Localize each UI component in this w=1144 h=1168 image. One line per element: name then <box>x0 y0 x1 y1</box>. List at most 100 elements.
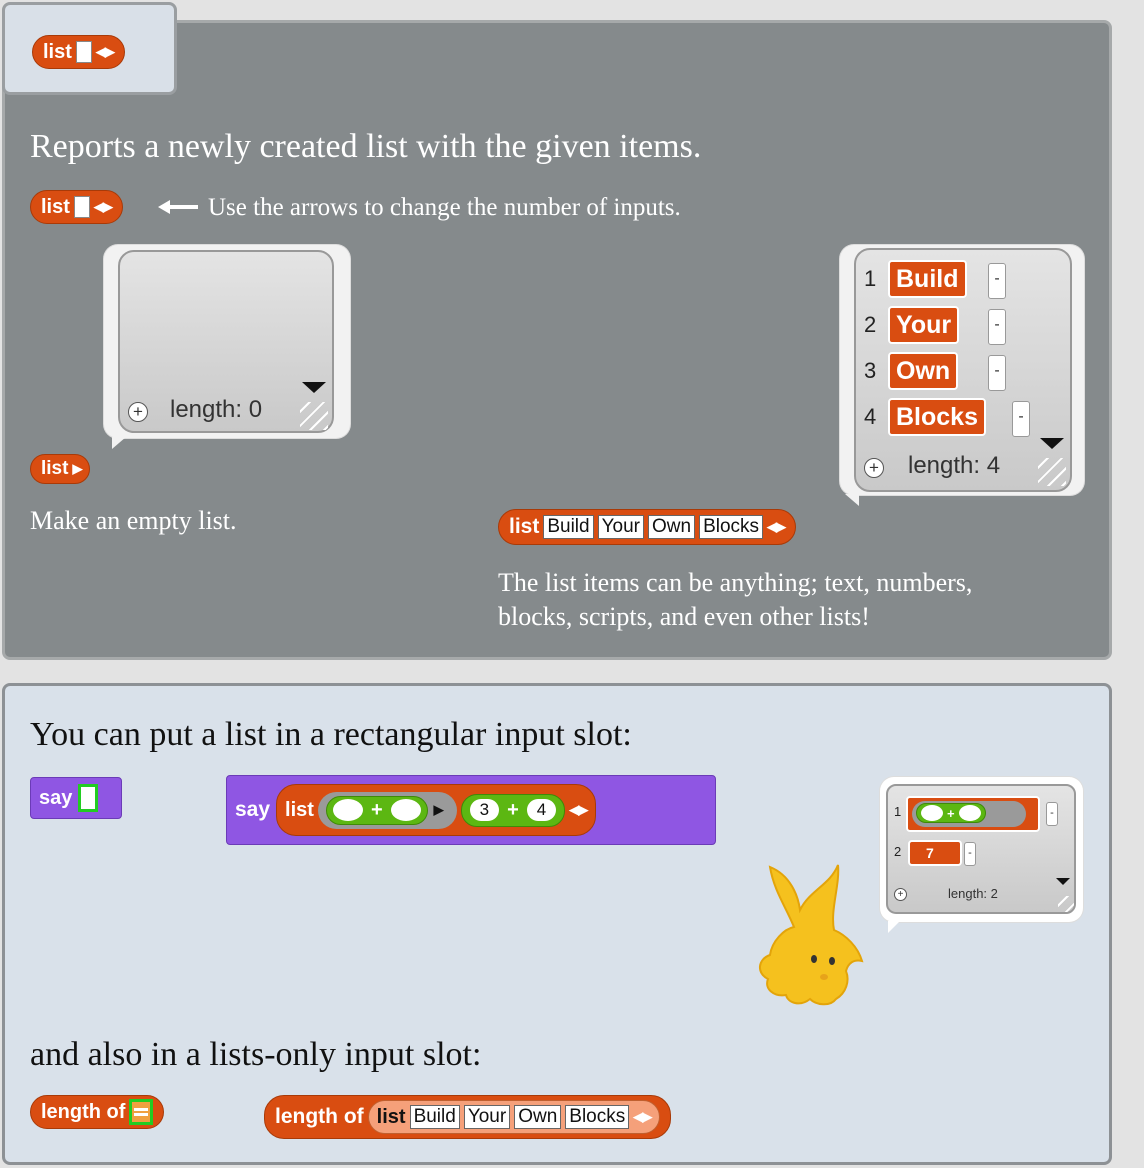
list-icon-slot[interactable] <box>129 1099 154 1125</box>
list-item-cell: Build <box>888 260 967 298</box>
length-label: length: 0 <box>170 396 263 423</box>
plus-operator-block[interactable]: + <box>325 795 428 825</box>
say-label: say <box>235 798 271 821</box>
list-item-input[interactable]: Blocks <box>699 515 764 539</box>
resize-handle[interactable] <box>300 402 328 430</box>
list-block-example[interactable]: list ◀▶ <box>30 190 123 224</box>
length-of-block[interactable]: length of <box>30 1095 165 1129</box>
list-item-cell: Own <box>888 352 959 390</box>
right-arrow-icon[interactable]: ▶ <box>72 461 82 477</box>
arrows-icon[interactable]: ◀▶ <box>94 199 113 215</box>
arrows-hint-text: Use the arrows to change the number of i… <box>208 194 681 221</box>
say-block[interactable]: say <box>30 777 122 819</box>
length-label: length: 4 <box>908 452 1001 479</box>
list-input-slot[interactable] <box>78 784 99 812</box>
remove-item-button[interactable]: - <box>988 309 1006 345</box>
list-item-input[interactable]: Own <box>514 1105 562 1129</box>
number-slot <box>921 805 943 821</box>
speech-bubble-tail <box>112 437 126 449</box>
remove-item-button[interactable]: - <box>964 842 976 866</box>
list-block-empty[interactable]: list ▶ <box>30 454 91 484</box>
number-slot[interactable]: 4 <box>526 799 557 821</box>
alonzo-sprite-icon[interactable] <box>750 855 880 1015</box>
resize-handle[interactable] <box>1038 458 1066 486</box>
arrows-icon[interactable]: ◀▶ <box>767 519 786 535</box>
arrows-icon[interactable]: ◀▶ <box>633 1109 652 1125</box>
add-item-icon[interactable]: + <box>128 402 148 422</box>
block-tab[interactable]: list ◀▶ <box>2 2 177 95</box>
say-label: say <box>39 786 73 809</box>
list-item-cell: 7 <box>908 840 962 866</box>
item-index: 1 <box>894 804 902 819</box>
list-block-label: list <box>285 798 314 821</box>
list-item-cell: Your <box>888 306 960 344</box>
lists-slot-text: and also in a lists-only input slot: <box>30 1036 482 1073</box>
item-index: 1 <box>864 266 877 291</box>
list-block-nested[interactable]: list Build Your Own Blocks ◀▶ <box>367 1100 661 1134</box>
list-item-input[interactable]: Build <box>543 515 594 539</box>
length-of-list-block[interactable]: length of list Build Your Own Blocks ◀▶ <box>264 1095 672 1139</box>
description-text: Reports a newly created list with the gi… <box>30 128 702 165</box>
items-note-line1: The list items can be anything; text, nu… <box>498 568 973 597</box>
arrows-icon[interactable]: ◀▶ <box>96 44 115 60</box>
remove-item-button[interactable]: - <box>1046 802 1058 826</box>
list-item-input[interactable]: Blocks <box>565 1105 630 1129</box>
list-block-label: list <box>376 1105 406 1128</box>
plus-label: + <box>947 805 955 821</box>
item-index: 3 <box>864 358 877 383</box>
list-input-slot[interactable] <box>73 196 90 218</box>
arrows-icon[interactable]: ◀▶ <box>569 802 588 818</box>
list-block-label: list <box>43 40 72 63</box>
plus-label: + <box>370 798 383 821</box>
dropdown-icon[interactable] <box>302 382 326 393</box>
items-note-line2: blocks, scripts, and even other lists! <box>498 602 870 631</box>
right-arrow-icon[interactable]: ▶ <box>434 802 444 818</box>
ring-item: + <box>906 796 1040 832</box>
speech-bubble-tail <box>888 921 900 933</box>
length-of-label: length of <box>275 1105 364 1128</box>
list-watcher-result: 1 + - 2 7 - + length: 2 <box>886 784 1076 914</box>
list-block[interactable]: list ◀▶ <box>32 35 125 69</box>
list-block-label: list <box>509 515 540 538</box>
ring-slot: + <box>912 801 1026 827</box>
number-slot <box>958 805 981 821</box>
rect-slot-text: You can put a list in a rectangular inpu… <box>30 716 632 753</box>
ring-slot[interactable]: + ▶ <box>317 791 457 829</box>
remove-item-button[interactable]: - <box>988 263 1006 299</box>
plus-operator-block: + <box>916 803 986 823</box>
list-block-label: list <box>41 458 69 479</box>
number-slot[interactable]: 3 <box>469 799 500 821</box>
add-item-icon[interactable]: + <box>864 458 884 478</box>
left-arrow-icon <box>158 197 198 217</box>
list-item-input[interactable]: Own <box>647 515 696 539</box>
say-list-block[interactable]: say list + ▶ 3 + 4 ◀▶ <box>226 775 716 845</box>
plus-label: + <box>507 798 519 821</box>
resize-handle[interactable] <box>1058 896 1074 912</box>
list-block-nested[interactable]: list + ▶ 3 + 4 ◀▶ <box>276 784 597 836</box>
number-slot[interactable] <box>332 799 363 821</box>
list-item-cell: Blocks <box>888 398 986 436</box>
list-block-build-your-own[interactable]: list Build Your Own Blocks ◀▶ <box>498 509 797 545</box>
list-item-input[interactable]: Your <box>463 1105 511 1129</box>
dropdown-icon[interactable] <box>1040 438 1064 449</box>
item-index: 2 <box>864 312 877 337</box>
list-watcher-filled: 1 Build - 2 Your - 3 Own - 4 Blocks - + … <box>854 248 1072 492</box>
list-watcher-empty: + length: 0 <box>118 250 334 433</box>
list-item-input[interactable]: Your <box>597 515 644 539</box>
add-item-icon[interactable]: + <box>894 888 907 901</box>
item-index: 4 <box>864 404 877 429</box>
empty-list-caption: Make an empty list. <box>30 506 237 535</box>
remove-item-button[interactable]: - <box>988 355 1006 391</box>
length-label: length: 2 <box>948 886 998 901</box>
item-index: 2 <box>894 844 902 859</box>
speech-bubble-tail <box>845 494 859 506</box>
length-of-label: length of <box>41 1100 126 1123</box>
help-panel-list-slots <box>2 683 1112 1165</box>
list-block-label: list <box>41 195 70 218</box>
list-item-input[interactable]: Build <box>409 1105 460 1129</box>
plus-operator-block[interactable]: 3 + 4 <box>460 793 566 827</box>
dropdown-icon[interactable] <box>1056 878 1070 885</box>
remove-item-button[interactable]: - <box>1012 401 1030 437</box>
list-input-slot[interactable] <box>75 41 92 63</box>
number-slot[interactable] <box>390 799 421 821</box>
